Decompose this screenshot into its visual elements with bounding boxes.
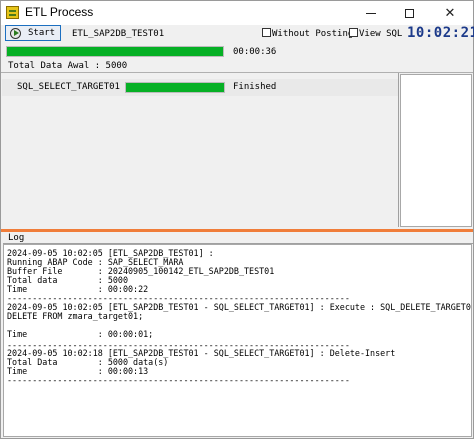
step-panel: SQL_SELECT_TARGET01 Finished <box>2 73 399 227</box>
job-name: ETL_SAP2DB_TEST01 <box>72 29 165 39</box>
view-sql-label[interactable]: View SQL <box>359 29 402 39</box>
maximize-icon <box>404 8 414 18</box>
log-header: Log <box>3 232 473 244</box>
log-title: Log <box>8 233 25 243</box>
log-textarea[interactable]: 2024-09-05 10:02:05 [ETL_SAP2DB_TEST01] … <box>3 244 472 437</box>
start-button-label: Start <box>28 28 56 38</box>
step-status: Finished <box>233 82 277 92</box>
log-line: DELETE FROM zmara_target01; <box>7 311 144 321</box>
close-icon: ✕ <box>444 5 456 21</box>
title-bar[interactable]: ETL Process ✕ <box>1 1 473 25</box>
side-panel <box>400 74 472 227</box>
view-sql-checkbox[interactable] <box>349 28 358 37</box>
minimize-button[interactable] <box>352 1 390 25</box>
clock: 10:02:21 <box>407 25 474 41</box>
play-icon <box>10 27 21 39</box>
total-data-label: Total Data Awal : 5000 <box>8 61 128 71</box>
overall-progress-fill <box>7 47 223 56</box>
log-line: Time : 00:00:01; <box>7 329 154 339</box>
without-posting-label[interactable]: Without Posting <box>272 29 353 39</box>
without-posting-checkbox[interactable] <box>262 28 271 37</box>
etl-process-window: ETL Process ✕ Start ETL_SAP2DB_TEST01 Wi… <box>0 0 474 439</box>
step-row: SQL_SELECT_TARGET01 Finished <box>2 79 398 96</box>
start-button[interactable]: Start <box>5 25 61 41</box>
log-line: ----------------------------------------… <box>7 375 350 385</box>
step-progress-fill <box>126 83 224 92</box>
overall-progress-bar <box>6 46 224 57</box>
step-name: SQL_SELECT_TARGET01 <box>17 82 120 92</box>
app-icon <box>6 6 19 19</box>
maximize-button[interactable] <box>390 1 428 25</box>
window-title: ETL Process <box>25 5 94 19</box>
close-button[interactable]: ✕ <box>428 1 472 25</box>
minimize-icon <box>366 12 376 14</box>
elapsed-time: 00:00:36 <box>233 47 277 57</box>
step-progress-bar <box>125 82 225 93</box>
